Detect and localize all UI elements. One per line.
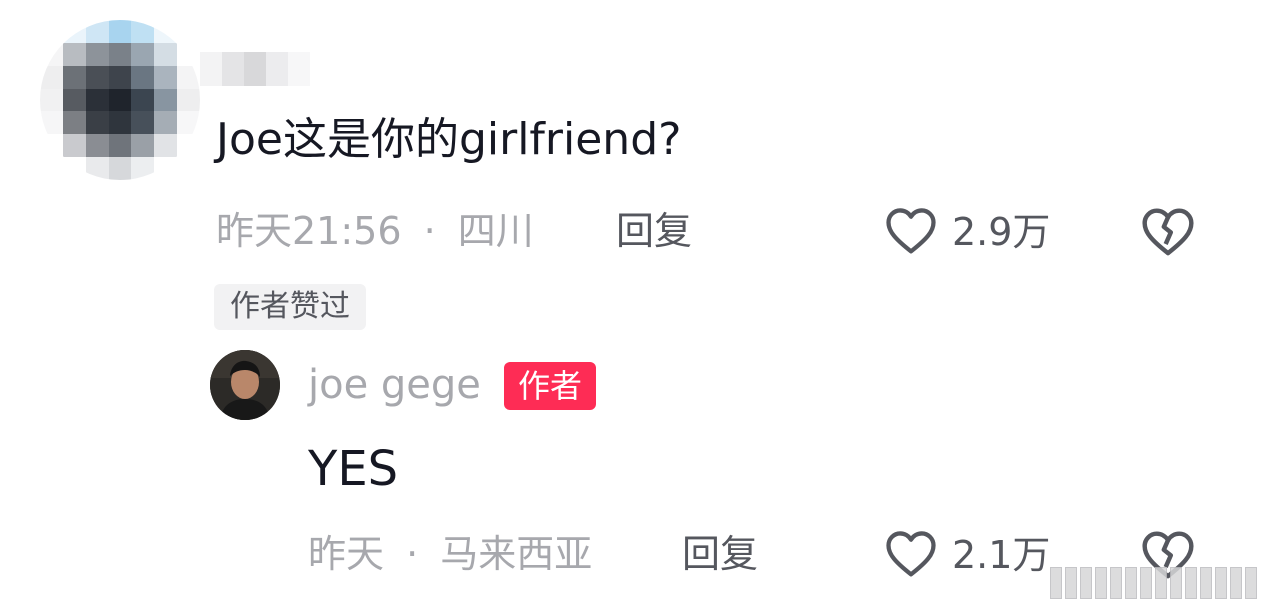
comment-meta: 昨天21:56 · 四川 — [216, 212, 534, 250]
comment-dislike-button[interactable] — [1140, 205, 1196, 261]
reply-text: YES — [308, 441, 399, 497]
meta-separator: · — [423, 209, 436, 253]
heart-outline-icon — [884, 205, 938, 259]
author-liked-badge: 作者赞过 — [214, 284, 366, 330]
reply-location: 马来西亚 — [440, 532, 593, 576]
meta-separator: · — [406, 532, 419, 576]
author-badge: 作者 — [504, 362, 597, 410]
reply-like-count: 2.1万 — [952, 533, 1051, 577]
comment-like-count: 2.9万 — [952, 210, 1051, 254]
reply-like-button[interactable]: 2.1万 — [884, 528, 1050, 582]
comment-text: Joe这是你的girlfriend? — [216, 114, 682, 165]
heart-outline-icon — [884, 528, 938, 582]
reply-reply-button[interactable]: 回复 — [682, 535, 758, 573]
reply-username[interactable]: joe gege — [308, 365, 481, 405]
comment-time: 昨天21:56 — [216, 209, 402, 253]
comment-location: 四川 — [457, 209, 534, 253]
comment-like-button[interactable]: 2.9万 — [884, 205, 1050, 259]
reply-time: 昨天 — [308, 532, 385, 576]
commenter-username-blurred[interactable] — [200, 52, 310, 86]
watermark — [1050, 560, 1260, 606]
reply-avatar[interactable] — [210, 350, 280, 420]
reply-meta: 昨天 · 马来西亚 — [308, 535, 592, 573]
broken-heart-icon — [1140, 208, 1196, 261]
commenter-avatar-pixelated[interactable] — [40, 20, 200, 180]
comment-reply-button[interactable]: 回复 — [616, 212, 692, 250]
